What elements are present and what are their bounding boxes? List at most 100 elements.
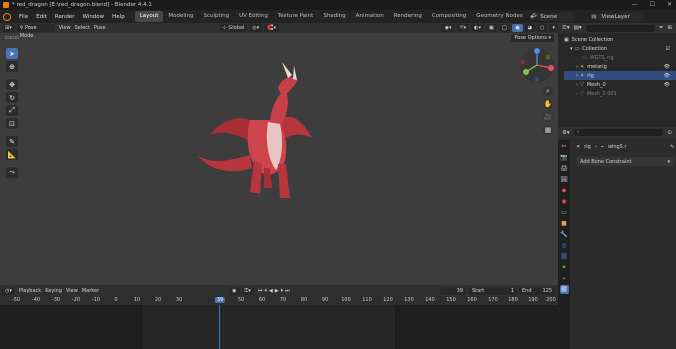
relax-tool-icon[interactable]: ⤳ [6,167,18,178]
expand-chevron-icon[interactable]: › [576,64,578,70]
menu-pose[interactable]: Pose [94,25,106,31]
select-mode-icons[interactable]: ▭▭▭ [2,34,22,42]
menu-window[interactable]: Window [78,14,108,20]
bone-tab-icon[interactable]: ⌁ [560,274,569,283]
tab-animation[interactable]: Animation [351,11,389,22]
outliner-row-collection[interactable]: ▾ ▭ Collection ☑ [564,44,676,53]
view-layer-name[interactable]: ViewLayer [598,12,645,21]
scene-selector[interactable]: ◈ Scene ▤ ViewLayer [530,12,645,21]
scale-tool-icon[interactable]: ⤢ [6,105,18,116]
pin-icon[interactable]: ✎ [670,144,674,150]
outliner-row-mesh0[interactable]: › ▽ Mesh_0 👁 [564,80,676,89]
overlay-toggle[interactable]: ◐▾ [471,24,485,32]
outliner-row-scene-collection[interactable]: ▣ Scene Collection [564,35,676,44]
blender-logo-icon[interactable] [3,12,11,21]
outliner-display-mode-icon[interactable]: ▤▾ [574,25,582,31]
physics-tab-icon[interactable]: ◎ [560,241,569,250]
shading-options[interactable]: ▾ [549,24,558,32]
close-button[interactable]: ✕ [667,1,672,8]
navigation-gizmo[interactable] [518,46,556,84]
outliner-row-metarig[interactable]: › ✶ metarig 👁 [564,62,676,71]
tab-modeling[interactable]: Modeling [163,11,198,22]
menu-file[interactable]: File [15,14,32,20]
outliner-row-wgts[interactable]: ▭ WGTS_rig [564,53,676,62]
menu-edit[interactable]: Edit [32,14,51,20]
filter-icon[interactable]: ⏷ [659,25,663,32]
auto-keying-toggle[interactable]: ◉ [229,286,240,295]
tool-tab-icon[interactable]: ✂ [560,142,569,151]
snap-toggle[interactable]: 🧲▾ [264,24,279,32]
tab-uv-editing[interactable]: UV Editing [234,11,273,22]
outliner-search-input[interactable] [585,24,655,32]
timeline-menu-view[interactable]: View [66,288,78,294]
object-tab-icon[interactable]: ■ [560,219,569,228]
render-tab-icon[interactable]: 📷 [560,153,569,162]
orientation-selector[interactable]: ⊹ Global [219,24,248,32]
expand-chevron-icon[interactable]: › [576,73,578,79]
visibility-eye-icon[interactable]: 👁 [664,64,670,70]
keying-set-selector[interactable]: ⚿▾ [241,286,254,295]
pivot-selector[interactable]: ◎▾ [249,24,263,32]
cursor-tool-icon[interactable]: ⊕ [6,61,18,72]
add-bone-constraint-button[interactable]: Add Bone Constraint ▾ [576,157,674,166]
pin-icon[interactable]: ⊙ [667,130,672,136]
measure-tool-icon[interactable]: 📐 [6,149,18,160]
shading-material[interactable]: ◕ [524,24,536,32]
menu-playback[interactable]: Playback [19,288,41,294]
tab-shading[interactable]: Shading [318,11,350,22]
new-collection-icon[interactable]: ⊞ [667,25,672,31]
menu-select[interactable]: Select [75,25,90,31]
armature-data-tab-icon[interactable]: ✶ [560,263,569,272]
outliner-row-mesh0-001[interactable]: › ▽ Mesh_0.001 [564,89,676,98]
mode-selector[interactable]: ⚲ Pose Mode [16,24,55,39]
jump-end-icon[interactable]: ⏭ [285,288,290,294]
properties-search-input[interactable]: ⌕ [573,129,664,136]
menu-render[interactable]: Render [51,14,79,20]
shading-solid[interactable]: ● [512,24,523,32]
playhead-frame-label[interactable]: 39 [214,297,226,303]
tab-sculpting[interactable]: Sculpting [198,11,234,22]
editor-type-button[interactable]: ⊞▾ [2,24,15,32]
jump-start-icon[interactable]: ⏮ [258,288,263,294]
menu-help[interactable]: Help [108,14,129,20]
zoom-icon[interactable]: ⌕ [543,86,553,96]
checkbox-icon[interactable]: ☑ [666,46,670,52]
end-frame-field[interactable]: End 125 [519,286,555,295]
rotate-tool-icon[interactable]: ↻ [6,92,18,103]
gizmo-toggle[interactable]: ⤧▾ [456,24,470,32]
pan-hand-icon[interactable]: ✋ [543,99,553,109]
view-layer-tab-icon[interactable]: 🖼 [560,175,569,184]
properties-editor-icon[interactable]: ⚙▾ [562,130,570,136]
next-key-icon[interactable]: ⏵ [281,288,284,294]
scene-tab-icon[interactable]: ◆ [560,186,569,195]
prev-key-icon[interactable]: ⏴ [264,288,267,294]
xray-toggle[interactable]: ▣ [486,24,497,32]
menu-keying[interactable]: Keying [45,288,62,294]
timeline-editor-type[interactable]: ◷▾ [2,286,15,295]
outliner-editor-icon[interactable]: ☰▾ [562,25,570,31]
scene-name[interactable]: Scene [537,12,576,21]
bone-constraint-tab-icon[interactable]: ⛓ [559,285,569,294]
world-tab-icon[interactable]: ◉ [560,197,569,206]
dragon-model[interactable] [190,60,320,205]
transform-tool-icon[interactable]: ⊡ [6,118,18,129]
visibility-selector[interactable]: ◉▾ [441,24,455,32]
expand-chevron-icon[interactable]: › [576,91,578,97]
constraint-tab-icon[interactable]: ⛓ [560,252,569,261]
pose-options-dropdown[interactable]: Pose Options ▾ [511,34,554,42]
select-tool-icon[interactable]: ➤ [6,48,18,59]
camera-view-icon[interactable]: 🎥 [543,112,553,122]
outliner-row-rig[interactable]: › ✶ rig 👁 [564,71,676,80]
visibility-eye-icon[interactable]: 👁 [664,82,670,88]
shading-wireframe[interactable]: ◯ [498,24,511,32]
visibility-eye-icon[interactable]: 👁 [664,73,670,79]
tab-geometry-nodes[interactable]: Geometry Nodes [471,11,527,22]
menu-marker[interactable]: Marker [82,288,99,294]
collection-tab-icon[interactable]: ▭ [560,208,569,217]
expand-chevron-icon[interactable]: › [576,82,578,88]
annotate-tool-icon[interactable]: ✎ [6,136,18,147]
expand-chevron-icon[interactable]: ▾ [570,46,573,52]
maximize-button[interactable]: ☐ [650,1,655,8]
tab-compositing[interactable]: Compositing [427,11,471,22]
move-tool-icon[interactable]: ✥ [6,79,18,90]
